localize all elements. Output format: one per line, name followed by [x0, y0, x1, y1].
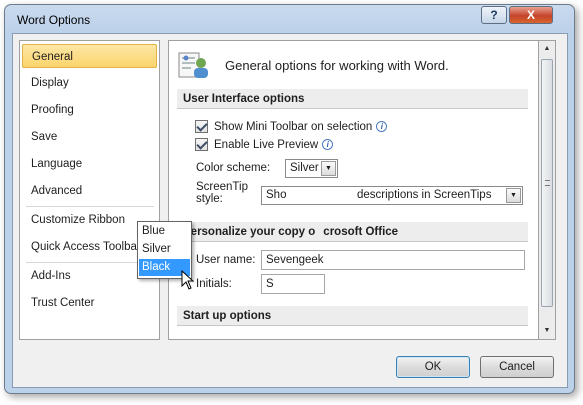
content-scrollbar[interactable]: ▲ ▼ — [539, 40, 556, 340]
mini-toolbar-checkbox[interactable] — [195, 120, 208, 133]
personalize-title-left: Personalize your copy o — [183, 226, 316, 238]
personalize-title-right: crosoft Office — [323, 226, 399, 238]
word-options-dialog: Word Options ? X General Display Proofin… — [4, 4, 575, 394]
section-personalize: Personalize your copy o crosoft Office — [177, 222, 528, 242]
color-option-silver[interactable]: Silver — [139, 241, 190, 258]
color-scheme-label: Color scheme: — [196, 162, 271, 174]
pane-header-text: General options for working with Word. — [225, 58, 449, 73]
general-options-pane: General options for working with Word. U… — [168, 40, 539, 340]
mouse-pointer-icon — [181, 270, 195, 290]
live-preview-label: Enable Live Preview — [214, 138, 319, 151]
info-icon[interactable]: i — [322, 139, 334, 150]
chevron-down-icon[interactable]: ▼ — [506, 188, 521, 203]
close-button[interactable]: X — [509, 6, 553, 24]
grip-icon — [545, 180, 550, 186]
initials-field[interactable]: S — [261, 274, 325, 294]
scroll-down-icon[interactable]: ▼ — [540, 323, 554, 339]
live-preview-checkbox[interactable] — [195, 138, 208, 151]
section-startup: Start up options — [177, 306, 528, 326]
dialog-client-area: General Display Proofing Save Language A… — [12, 33, 568, 388]
sidebar-divider — [26, 262, 154, 263]
sidebar-item-advanced[interactable]: Advanced — [22, 179, 157, 203]
sidebar-item-language[interactable]: Language — [22, 152, 157, 176]
section-user-interface: User Interface options — [177, 89, 528, 109]
screentip-value-left: Sho — [266, 189, 287, 201]
scroll-thumb[interactable] — [541, 59, 553, 307]
sidebar-item-save[interactable]: Save — [22, 125, 157, 149]
info-icon[interactable]: i — [376, 121, 388, 132]
mini-toolbar-option[interactable]: Show Mini Toolbar on selection i — [195, 120, 388, 133]
color-scheme-value: Silver — [290, 162, 319, 174]
mini-toolbar-label: Show Mini Toolbar on selection — [214, 120, 373, 133]
sidebar-item-display[interactable]: Display — [22, 71, 157, 95]
sidebar-divider — [26, 206, 154, 207]
sidebar-item-general[interactable]: General — [22, 44, 157, 68]
screentip-style-select[interactable]: Sho descriptions in ScreenTips ▼ — [261, 186, 523, 205]
options-sidebar: General Display Proofing Save Language A… — [19, 40, 160, 340]
color-scheme-select[interactable]: Silver ▼ — [285, 159, 338, 178]
cancel-button[interactable]: Cancel — [480, 356, 554, 378]
scroll-up-icon[interactable]: ▲ — [540, 41, 554, 57]
screentip-label-line1: ScreenTip — [196, 181, 248, 193]
live-preview-option[interactable]: Enable Live Preview i — [195, 138, 334, 151]
sidebar-item-trust-center[interactable]: Trust Center — [22, 291, 157, 315]
screentip-label-line2: style: — [196, 193, 223, 205]
color-option-blue[interactable]: Blue — [139, 223, 190, 240]
chevron-down-icon[interactable]: ▼ — [321, 161, 336, 176]
options-settings-icon — [178, 52, 208, 78]
username-field[interactable]: Sevengeek — [261, 250, 525, 270]
screentip-value-right: descriptions in ScreenTips — [357, 189, 492, 201]
window-title: Word Options — [17, 13, 91, 27]
initials-label: Initials: — [196, 278, 232, 290]
ok-button[interactable]: OK — [396, 356, 470, 378]
screentip-label: ScreenTip style: — [196, 181, 248, 205]
sidebar-item-proofing[interactable]: Proofing — [22, 98, 157, 122]
username-label: User name: — [196, 254, 256, 266]
help-button[interactable]: ? — [481, 6, 507, 24]
